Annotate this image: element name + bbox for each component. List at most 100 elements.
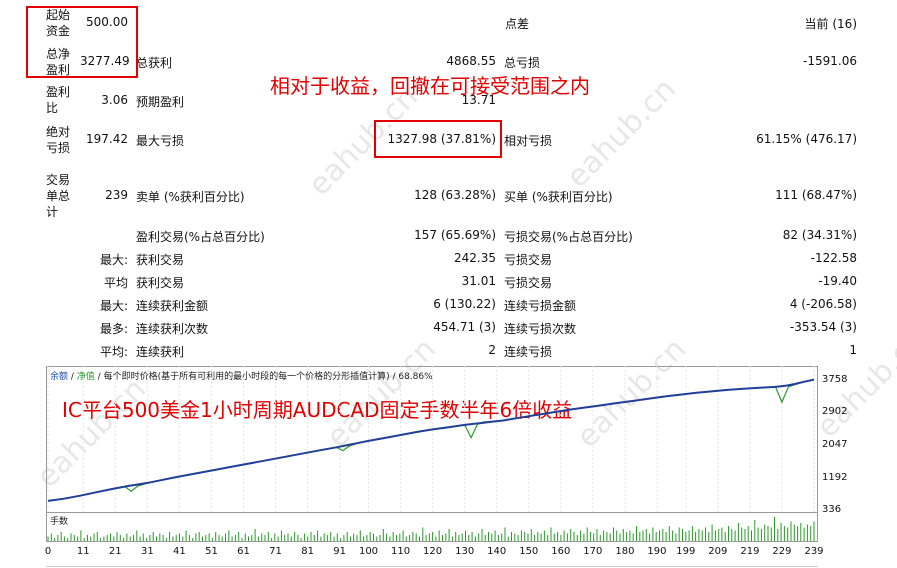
avg-profit-label: 获利交易 xyxy=(136,276,185,290)
short-positions-value: 128 (63.28%) xyxy=(414,188,496,202)
volume-bar xyxy=(175,535,177,541)
volume-bar xyxy=(251,535,253,541)
volume-bar xyxy=(530,529,532,541)
volume-bar xyxy=(208,533,210,541)
volume-bar xyxy=(751,530,752,541)
volume-bar xyxy=(458,535,460,541)
volume-bar xyxy=(77,536,79,541)
volume-bar xyxy=(731,529,733,541)
y-tick-label: 2047 xyxy=(822,439,848,450)
avg-consecutive-wins-value: 2 xyxy=(488,343,496,357)
volume-bar xyxy=(277,536,279,541)
volume-bar xyxy=(63,536,65,541)
volume-bar xyxy=(724,532,726,541)
volume-bar xyxy=(320,536,322,541)
volume-bar xyxy=(346,532,348,541)
volume-bar xyxy=(494,530,496,541)
chart-legend: 余额 / 净值 / 每个即时价格(基于所有可利用的最小时段的每一个价格的分形插值… xyxy=(50,369,433,382)
volume-bar xyxy=(83,538,85,541)
volume-bar xyxy=(215,532,217,541)
y-tick-label: 3758 xyxy=(822,374,848,385)
volume-bar xyxy=(783,526,785,541)
volume-bar xyxy=(284,535,286,541)
largest-loss-label: 亏损交易 xyxy=(504,253,553,267)
volume-bar xyxy=(474,536,476,541)
volume-bar xyxy=(238,532,240,541)
volume-bar xyxy=(290,536,292,541)
volume-bar xyxy=(103,536,105,541)
volume-bar xyxy=(445,533,447,541)
volume-bar xyxy=(307,536,309,541)
volume-bar xyxy=(225,533,226,541)
volume-bar xyxy=(136,530,138,541)
volume-bar xyxy=(182,536,184,541)
volume-bar xyxy=(343,535,345,541)
volume-bar xyxy=(711,524,713,541)
avg-consecutive-losses-label: 连续亏损 xyxy=(504,345,553,359)
volume-bar xyxy=(100,538,102,541)
volume-bar xyxy=(73,535,75,541)
volume-bar xyxy=(668,526,670,541)
volume-bar xyxy=(705,527,706,541)
volume-bar xyxy=(619,533,621,541)
gross-profit-value: 4868.55 xyxy=(446,54,496,68)
volume-bar xyxy=(205,535,207,541)
volume-bar xyxy=(257,536,259,541)
volume-bar xyxy=(465,530,466,541)
volume-bar xyxy=(412,532,414,541)
volume-bar xyxy=(267,532,269,541)
maximal-consecutive-profit-label: 连续获利次数 xyxy=(136,322,209,336)
volume-bar xyxy=(244,533,246,541)
volume-bar xyxy=(685,532,687,541)
legend-separator: / xyxy=(68,372,77,382)
volume-bar xyxy=(126,533,128,541)
volume-bar xyxy=(192,538,194,541)
x-tick-label: 130 xyxy=(455,546,475,557)
volume-bar xyxy=(800,523,802,541)
volume-bar xyxy=(359,530,361,541)
legend-equity: 净值 xyxy=(76,372,95,382)
volume-bar xyxy=(198,532,200,541)
volume-bar xyxy=(675,533,677,541)
volume-bar xyxy=(797,526,799,541)
volume-bar xyxy=(392,532,394,541)
volume-bar xyxy=(507,536,509,541)
volume-bar xyxy=(54,538,56,541)
volume-bar xyxy=(317,530,319,541)
volume-bar xyxy=(366,535,368,541)
volume-bar xyxy=(373,533,374,541)
bottom-divider xyxy=(46,566,818,567)
long-positions-label: 买单 (%获利百分比) xyxy=(504,190,613,204)
volume-bar xyxy=(110,533,111,541)
volume-bar xyxy=(741,527,743,541)
volume-bar xyxy=(606,532,608,541)
spread-label: 点差 xyxy=(505,17,530,31)
volume-bar xyxy=(550,527,552,541)
volume-bar xyxy=(116,532,118,541)
volume-bar xyxy=(583,533,585,541)
volume-bar xyxy=(540,533,542,541)
max-consecutive-losses-value: 4 (-206.58) xyxy=(789,297,857,311)
volume-bar xyxy=(231,536,233,541)
volume-bar xyxy=(557,532,559,541)
volume-bar xyxy=(764,524,766,541)
max-consecutive-losses-label: 连续亏损金额 xyxy=(504,299,577,313)
volume-bar xyxy=(517,535,519,541)
volume-bar xyxy=(461,533,463,541)
volume-bar xyxy=(757,527,759,541)
x-tick-label: 199 xyxy=(676,546,696,557)
legend-separator: / xyxy=(94,372,104,382)
long-positions-value: 111 (68.47%) xyxy=(775,188,857,202)
volume-bar xyxy=(553,533,555,541)
relative-drawdown-label: 相对亏损 xyxy=(504,134,553,148)
volume-bar xyxy=(389,536,391,541)
x-tick-label: 41 xyxy=(173,546,186,557)
volume-bar xyxy=(379,535,381,541)
volume-bar xyxy=(622,529,624,541)
volume-bar xyxy=(586,527,588,541)
absolute-drawdown-label: 绝对 亏损 xyxy=(46,125,71,155)
volume-bar xyxy=(455,532,457,541)
volume-bar xyxy=(428,533,430,541)
loss-trades-value: 82 (34.31%) xyxy=(782,228,857,242)
volume-bar xyxy=(714,530,716,541)
